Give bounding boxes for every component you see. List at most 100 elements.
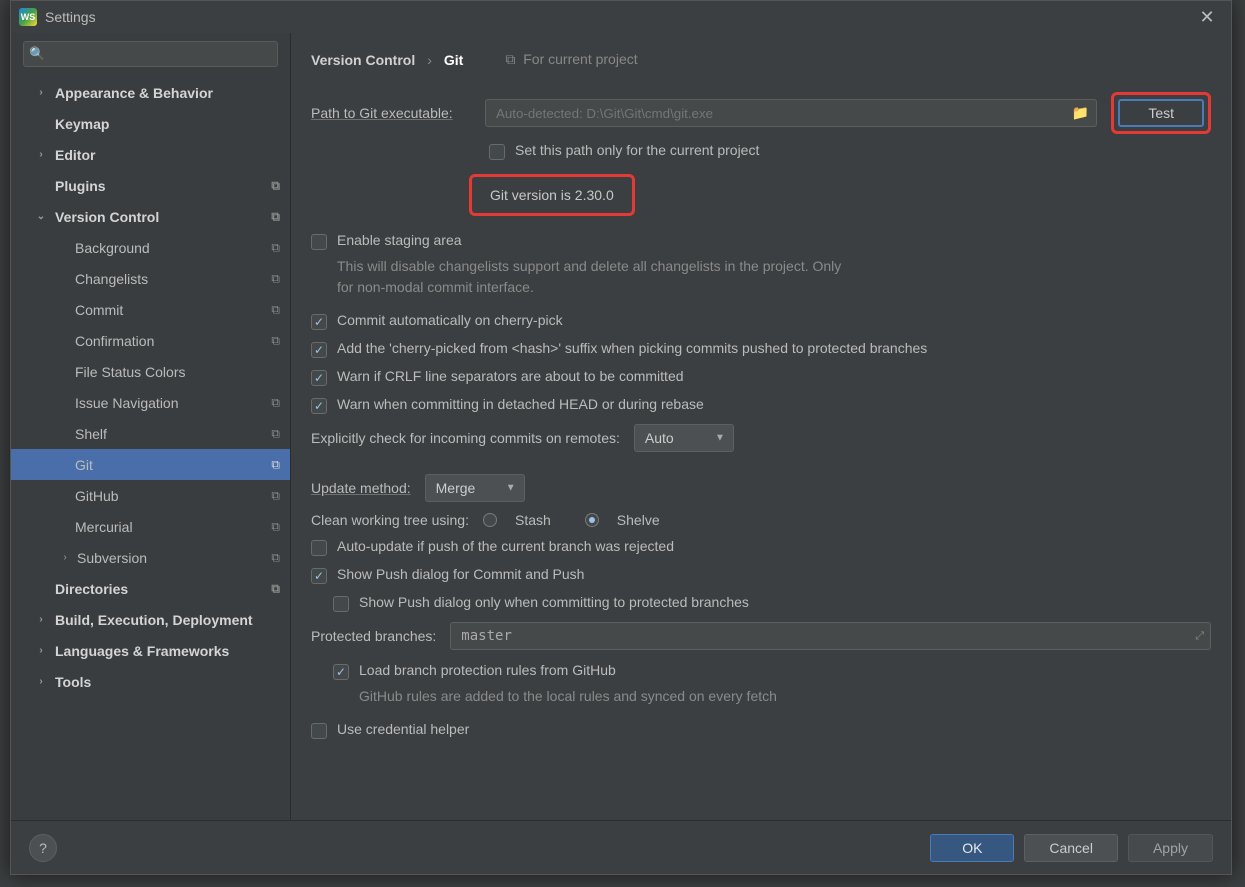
show-push-protected-checkbox[interactable] <box>333 596 349 612</box>
update-method-label: Update method: <box>311 480 411 496</box>
sidebar-item-label: Subversion <box>77 550 147 566</box>
explicit-check-label: Explicitly check for incoming commits on… <box>311 430 620 446</box>
copy-icon: ⧉ <box>271 302 280 317</box>
sidebar-item-confirmation[interactable]: Confirmation⧉ <box>11 325 290 356</box>
settings-content: Version Control › Git ⧉ For current proj… <box>291 33 1231 820</box>
project-scope-label: ⧉ For current project <box>505 51 637 68</box>
set-path-only-label: Set this path only for the current proje… <box>515 142 759 158</box>
auto-update-push-checkbox[interactable] <box>311 540 327 556</box>
sidebar-item-github[interactable]: GitHub ⧉ <box>11 480 290 511</box>
cherry-pick-row: Commit automatically on cherry-pick <box>311 312 1211 330</box>
show-push-dialog-row: Show Push dialog for Commit and Push <box>311 566 1211 584</box>
shelve-radio[interactable] <box>585 513 599 527</box>
add-suffix-row: Add the 'cherry-picked from <hash>' suff… <box>311 340 1211 358</box>
ok-button[interactable]: OK <box>930 834 1014 862</box>
load-github-rules-checkbox[interactable] <box>333 664 349 680</box>
chevron-right-icon: › <box>35 614 47 625</box>
credential-helper-row: Use credential helper <box>311 721 1211 739</box>
copy-icon: ⧉ <box>271 271 280 286</box>
show-push-dialog-label: Show Push dialog for Commit and Push <box>337 566 584 582</box>
sidebar-item-label: Git <box>75 457 93 473</box>
show-push-dialog-checkbox[interactable] <box>311 568 327 584</box>
sidebar-item-commit[interactable]: Commit ⧉ <box>11 294 290 325</box>
update-method-select[interactable]: Merge ▼ <box>425 474 525 502</box>
set-path-only-checkbox[interactable] <box>489 144 505 160</box>
help-button[interactable]: ? <box>29 834 57 862</box>
load-github-rules-label: Load branch protection rules from GitHub <box>359 662 616 678</box>
git-path-label: Path to Git executable: <box>311 105 471 121</box>
sidebar-item-background[interactable]: Background⧉ <box>11 232 290 263</box>
add-suffix-checkbox[interactable] <box>311 342 327 358</box>
sidebar-item-changelists[interactable]: Changelists ⧉ <box>11 263 290 294</box>
explicit-check-select[interactable]: Auto ▼ <box>634 424 734 452</box>
copy-icon: ⧉ <box>271 209 280 224</box>
close-icon[interactable]: ✕ <box>1191 7 1223 28</box>
explicit-check-row: Explicitly check for incoming commits on… <box>311 424 1211 452</box>
set-path-only-row: Set this path only for the current proje… <box>489 142 1211 160</box>
copy-icon: ⧉ <box>271 395 280 410</box>
sidebar-item-label: Version Control <box>55 209 159 225</box>
copy-icon: ⧉ <box>271 240 280 255</box>
sidebar-item-label: Changelists <box>75 271 148 287</box>
warn-crlf-row: Warn if CRLF line separators are about t… <box>311 368 1211 386</box>
chevron-down-icon: ▼ <box>715 433 725 444</box>
sidebar-item-subversion[interactable]: › Subversion ⧉ <box>11 542 290 573</box>
copy-icon: ⧉ <box>271 550 280 565</box>
git-path-input[interactable] <box>485 99 1097 127</box>
protected-branches-input[interactable]: master ⤢ <box>450 622 1211 650</box>
copy-icon: ⧉ <box>271 426 280 441</box>
test-button[interactable]: Test <box>1118 99 1204 127</box>
sidebar-item-version-control[interactable]: ⌄Version Control⧉ <box>11 201 290 232</box>
protected-branches-row: Protected branches: master ⤢ <box>311 622 1211 650</box>
cherry-pick-label: Commit automatically on cherry-pick <box>337 312 563 328</box>
sidebar-item-label: Languages & Frameworks <box>55 643 229 659</box>
sidebar-item-label: GitHub <box>75 488 119 504</box>
warn-crlf-label: Warn if CRLF line separators are about t… <box>337 368 684 384</box>
warn-crlf-checkbox[interactable] <box>311 370 327 386</box>
dialog-body: 🔍 ›Appearance & BehaviorKeymap›EditorPlu… <box>11 33 1231 820</box>
breadcrumb-current: Git <box>444 52 463 68</box>
cancel-button[interactable]: Cancel <box>1024 834 1118 862</box>
git-version-text: Git version is 2.30.0 <box>490 187 614 203</box>
sidebar-item-build-execution-deployment[interactable]: › Build, Execution, Deployment <box>11 604 290 635</box>
enable-staging-checkbox[interactable] <box>311 234 327 250</box>
stash-label: Stash <box>515 512 551 528</box>
sidebar-item-directories[interactable]: Directories⧉ <box>11 573 290 604</box>
sidebar-item-languages-frameworks[interactable]: ›Languages & Frameworks <box>11 635 290 666</box>
credential-helper-checkbox[interactable] <box>311 723 327 739</box>
breadcrumb-parent[interactable]: Version Control <box>311 52 415 68</box>
cherry-pick-checkbox[interactable] <box>311 314 327 330</box>
warn-detached-row: Warn when committing in detached HEAD or… <box>311 396 1211 414</box>
sidebar-item-file-status-colors[interactable]: File Status Colors <box>11 356 290 387</box>
stash-radio[interactable] <box>483 513 497 527</box>
clean-tree-label: Clean working tree using: <box>311 512 469 528</box>
expand-icon[interactable]: ⤢ <box>1195 629 1204 643</box>
sidebar-item-mercurial[interactable]: Mercurial⧉ <box>11 511 290 542</box>
copy-icon: ⧉ <box>271 519 280 534</box>
warn-detached-checkbox[interactable] <box>311 398 327 414</box>
copy-icon: ⧉ <box>271 488 280 503</box>
sidebar-search: 🔍 <box>23 41 278 67</box>
highlight-test: Test <box>1111 92 1211 134</box>
sidebar-item-appearance-behavior[interactable]: ›Appearance & Behavior <box>11 77 290 108</box>
chevron-right-icon: › <box>59 552 71 563</box>
search-input[interactable] <box>23 41 278 67</box>
sidebar-item-tools[interactable]: ›Tools <box>11 666 290 697</box>
sidebar-item-shelf[interactable]: Shelf ⧉ <box>11 418 290 449</box>
show-push-protected-label: Show Push dialog only when committing to… <box>359 594 749 610</box>
settings-tree: ›Appearance & BehaviorKeymap›EditorPlugi… <box>11 73 290 820</box>
folder-icon[interactable]: 📁 <box>1072 105 1089 122</box>
sidebar-item-label: Commit <box>75 302 123 318</box>
sidebar-item-keymap[interactable]: Keymap <box>11 108 290 139</box>
sidebar-item-git[interactable]: Git⧉ <box>11 449 290 480</box>
sidebar-item-issue-navigation[interactable]: Issue Navigation ⧉ <box>11 387 290 418</box>
sidebar-item-label: Build, Execution, Deployment <box>55 612 253 628</box>
sidebar-item-label: Shelf <box>75 426 107 442</box>
apply-button[interactable]: Apply <box>1128 834 1213 862</box>
sidebar-item-label: Issue Navigation <box>75 395 179 411</box>
sidebar-item-plugins[interactable]: Plugins⧉ <box>11 170 290 201</box>
highlight-version: Git version is 2.30.0 <box>469 174 635 216</box>
sidebar-item-editor[interactable]: ›Editor <box>11 139 290 170</box>
sidebar-item-label: File Status Colors <box>75 364 185 380</box>
copy-icon: ⧉ <box>271 178 280 193</box>
